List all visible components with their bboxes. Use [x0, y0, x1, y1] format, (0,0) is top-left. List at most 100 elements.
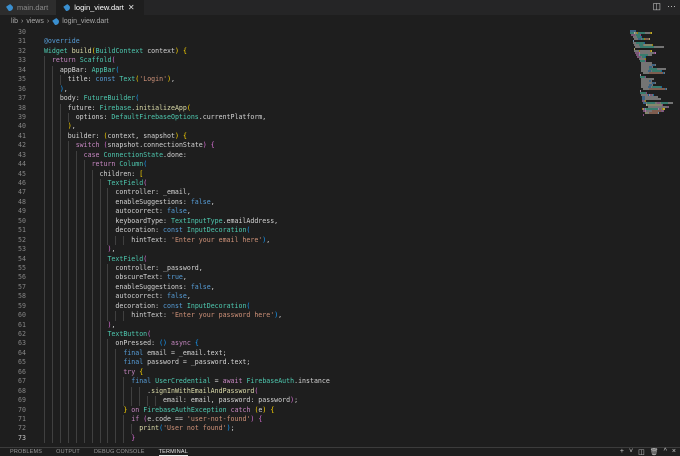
- code-line[interactable]: 53),: [0, 245, 625, 255]
- panel-tab-problems[interactable]: PROBLEMS: [10, 449, 42, 455]
- code-line[interactable]: 57 enableSuggestions: false,: [0, 282, 625, 293]
- code-line[interactable]: 62 TextButton(: [0, 330, 625, 340]
- code-line[interactable]: 43 case ConnectionState.done:: [0, 150, 625, 161]
- code-token: future:: [67, 103, 100, 112]
- split-editor-icon[interactable]: ◫: [652, 1, 661, 12]
- indent-guide: [99, 179, 101, 189]
- code-token: true: [167, 273, 183, 282]
- indent-guide: [107, 263, 109, 274]
- tab-main-dart[interactable]: main.dart: [0, 0, 58, 15]
- code-line[interactable]: 56 obscureText: true,: [0, 273, 625, 283]
- code-text: TextButton(: [107, 330, 151, 339]
- code-line[interactable]: 52 hintText: 'Enter your email here'),: [0, 235, 625, 246]
- code-token: ,: [63, 84, 68, 93]
- line-number: 37: [18, 94, 26, 103]
- code-token: print: [139, 424, 160, 433]
- code-line[interactable]: 37 body: FutureBuilder(: [0, 94, 625, 104]
- code-line[interactable]: 46 TextField(: [0, 179, 625, 189]
- code-text: builder: (context, snapshot) {: [68, 132, 187, 141]
- indent-guide: [107, 358, 109, 368]
- code-text: return Column(: [92, 160, 148, 169]
- code-line[interactable]: 51 decoration: const InputDecoration(: [0, 226, 625, 236]
- split-terminal-icon[interactable]: ◫: [638, 448, 645, 456]
- code-line[interactable]: 49 autocorrect: false,: [0, 207, 625, 217]
- close-tab-icon[interactable]: ✕: [128, 3, 135, 12]
- code-line[interactable]: 68 .signInWithEmailAndPassword(: [0, 386, 625, 397]
- code-line[interactable]: 73}: [0, 433, 625, 444]
- code-line[interactable]: 58 autocorrect: false,: [0, 292, 625, 302]
- close-panel-icon[interactable]: ×: [672, 448, 676, 456]
- code-line[interactable]: 35 title: const Text('Login'),: [0, 75, 625, 85]
- panel-tab-output[interactable]: OUTPUT: [56, 449, 80, 455]
- code-line[interactable]: 38 future: Firebase.initializeApp(: [0, 103, 625, 113]
- tab-label: main.dart: [17, 3, 49, 12]
- indent-guide: [75, 339, 77, 349]
- code-text: try {: [123, 368, 143, 377]
- code-line[interactable]: 65 final password = _password.text;: [0, 358, 625, 368]
- indent-guide: [59, 245, 61, 255]
- code-line[interactable]: 67 final UserCredential = await FirebaseA…: [0, 377, 625, 387]
- code-line[interactable]: 50 keyboardType: TextInputType.emailAddre…: [0, 216, 625, 227]
- tab-login-view-dart[interactable]: login_view.dart ✕: [57, 0, 144, 15]
- code-text: final email = _email.text;: [123, 349, 226, 358]
- chevron-down-icon[interactable]: ˅: [629, 448, 633, 456]
- minimap[interactable]: [625, 28, 680, 118]
- code-line[interactable]: 64 final email = _email.text;: [0, 348, 625, 359]
- code-line[interactable]: 30: [0, 28, 625, 37]
- indent-guide: [107, 339, 109, 349]
- code-line[interactable]: 60 hintText: 'Enter your password here'),: [0, 311, 625, 321]
- code-line[interactable]: 59 decoration: const InputDecoration(: [0, 301, 625, 312]
- panel-tab-debug-console[interactable]: DEBUG CONSOLE: [94, 449, 145, 455]
- code-line[interactable]: 45 children: [: [0, 169, 625, 179]
- code-line[interactable]: 32 Widget build(BuildContext context) {: [0, 47, 625, 56]
- indent-guide: [99, 377, 101, 387]
- code-line[interactable]: 33 return Scaffold(: [0, 56, 625, 66]
- code-editor[interactable]: 30 31 @override 32 Widget build(BuildContext…: [0, 28, 625, 446]
- code-line[interactable]: 72 print('User not found');: [0, 424, 625, 434]
- code-text: enableSuggestions: false,: [115, 283, 214, 292]
- indent-guide: [67, 414, 69, 425]
- code-line[interactable]: 70} on FirebaseAuthException catch (e) {: [0, 405, 625, 415]
- indent-guide: [99, 292, 101, 302]
- code-line[interactable]: 42 switch (snapshot.connectionState) {: [0, 141, 625, 151]
- code-token: ,: [111, 245, 116, 254]
- code-line[interactable]: 71 if (e.code == 'user-not-found') {: [0, 414, 625, 425]
- code-line[interactable]: 69 email: email, password: password);: [0, 396, 625, 406]
- indent-guide: [43, 339, 45, 349]
- minimap-mark: [655, 82, 656, 84]
- more-actions-icon[interactable]: ···: [667, 1, 676, 12]
- indent-guide: [107, 197, 109, 208]
- trash-icon[interactable]: 🗑: [650, 448, 659, 456]
- code-line[interactable]: 63 onPressed: () async {: [0, 339, 625, 349]
- maximize-panel-icon[interactable]: ^: [664, 448, 667, 456]
- indent-guide: [83, 197, 85, 208]
- indent-guide: [67, 216, 69, 227]
- code-line[interactable]: 47 controller: _email,: [0, 188, 625, 198]
- indent-guide: [59, 320, 61, 330]
- indent-guide: [99, 235, 101, 246]
- code-token: 'User not found': [163, 424, 227, 433]
- code-line[interactable]: 48 enableSuggestions: false,: [0, 197, 625, 208]
- indent-guide: [99, 207, 101, 217]
- code-token: (: [143, 254, 148, 263]
- indent-guide: [67, 235, 69, 246]
- breadcrumb-file[interactable]: login_view.dart: [62, 18, 108, 25]
- code-line[interactable]: 36),: [0, 84, 625, 95]
- breadcrumb-views[interactable]: views: [26, 18, 44, 25]
- indent-guide: [83, 245, 85, 255]
- code-line[interactable]: 44 return Column(: [0, 160, 625, 170]
- indent-guide: [67, 169, 69, 179]
- code-line[interactable]: 66 try {: [0, 367, 625, 378]
- code-line[interactable]: 61),: [0, 320, 625, 330]
- code-line[interactable]: 41 builder: (context, snapshot) {: [0, 131, 625, 142]
- code-line[interactable]: 31 @override: [0, 37, 625, 46]
- code-line[interactable]: 34 appBar: AppBar(: [0, 65, 625, 76]
- panel-tab-terminal[interactable]: TERMINAL: [158, 449, 188, 456]
- code-line[interactable]: 55 controller: _password,: [0, 263, 625, 274]
- indent-guide: [115, 377, 117, 387]
- code-line[interactable]: 40),: [0, 122, 625, 132]
- breadcrumb-lib[interactable]: lib: [11, 18, 18, 25]
- code-line[interactable]: 39 options: DefaultFirebaseOptions.curren…: [0, 112, 625, 123]
- new-terminal-icon[interactable]: +: [620, 448, 624, 456]
- code-line[interactable]: 54 TextField(: [0, 254, 625, 264]
